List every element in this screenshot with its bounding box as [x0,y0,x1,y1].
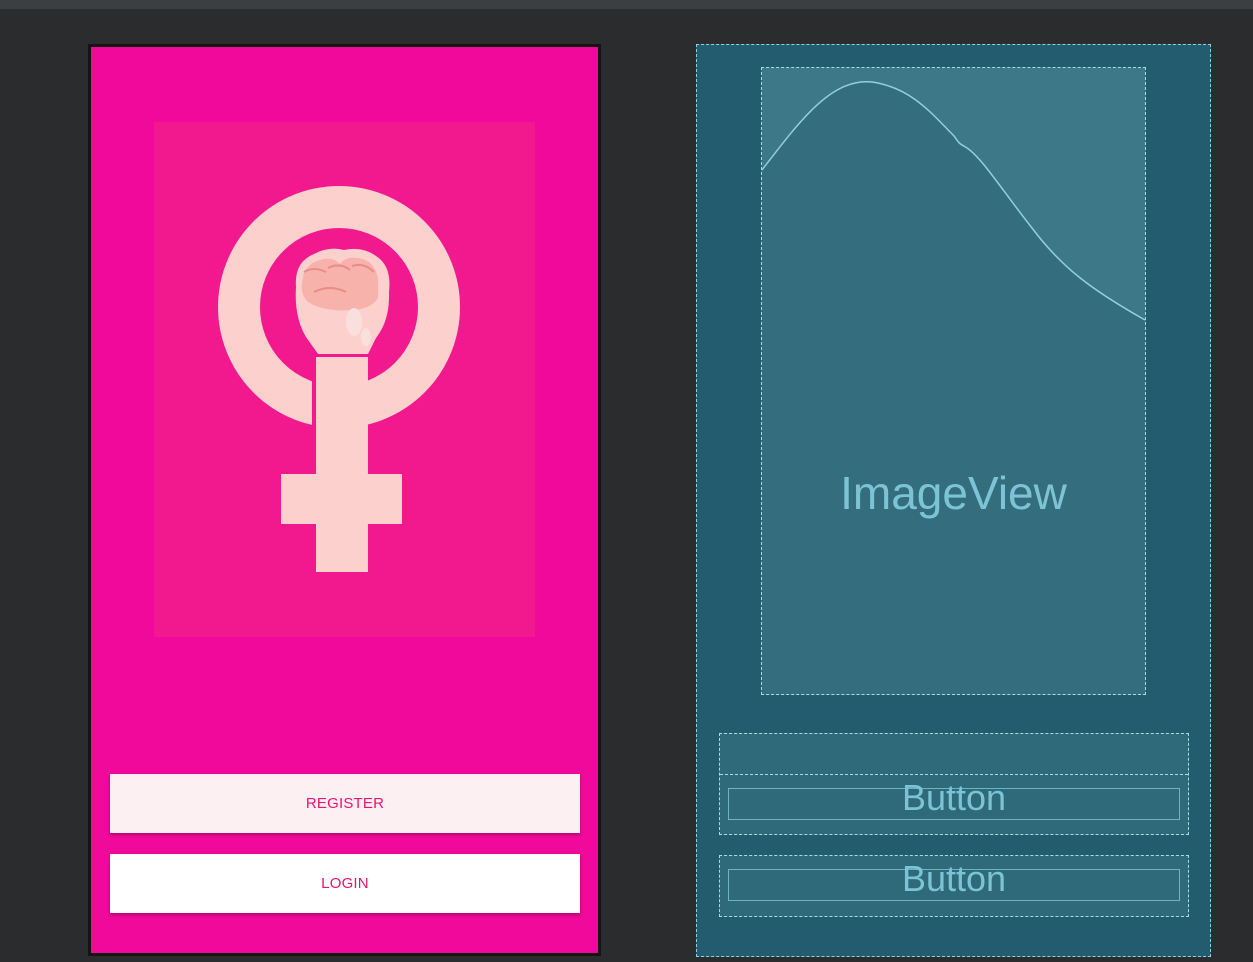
blueprint-button-1[interactable]: Button [719,733,1189,835]
hero-image[interactable] [154,122,535,637]
imageview-label: ImageView [840,467,1067,519]
layout-editor-canvas: REGISTER LOGIN ImageView Button Button [0,0,1253,962]
blueprint-preview[interactable]: ImageView Button Button [696,44,1211,957]
female-symbol-raised-fist-icon [218,186,460,572]
design-preview[interactable]: REGISTER LOGIN [88,44,601,956]
blueprint-button-1-label: Button [901,777,1007,818]
login-button-label: LOGIN [321,875,369,892]
register-button[interactable]: REGISTER [110,774,580,833]
blueprint-imageview[interactable]: ImageView [761,67,1146,695]
imageview-outline-icon [762,68,1145,321]
blueprint-button-2-label: Button [901,858,1007,899]
blueprint-divider [720,774,1188,775]
editor-top-strip [0,0,1253,9]
blueprint-button-2[interactable]: Button [719,855,1189,917]
login-button[interactable]: LOGIN [110,854,580,913]
register-button-label: REGISTER [305,795,385,812]
